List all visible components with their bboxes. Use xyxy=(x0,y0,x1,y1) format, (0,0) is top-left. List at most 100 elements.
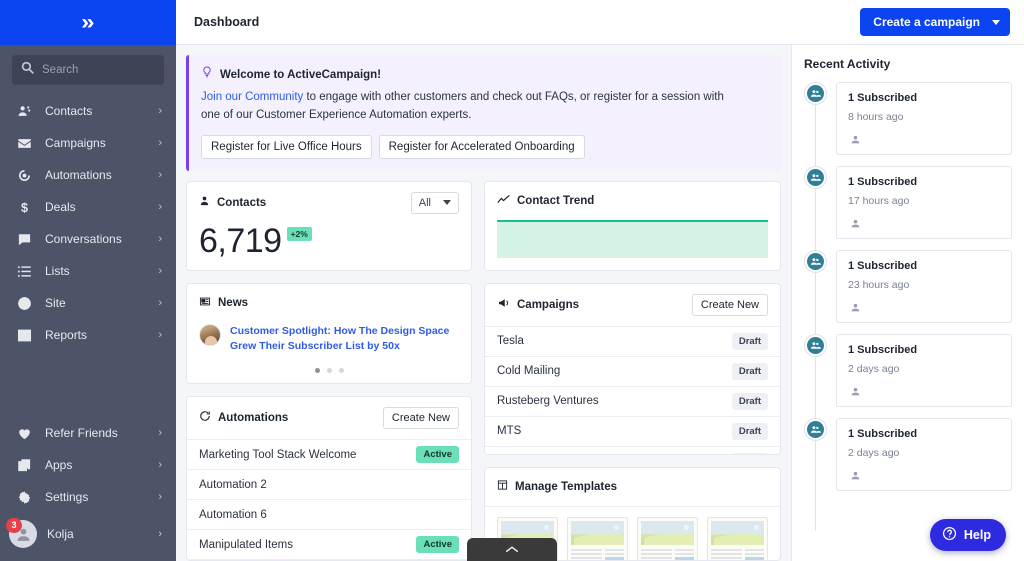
chevron-down-icon xyxy=(992,19,1000,25)
templates-card-title: Manage Templates xyxy=(515,480,618,493)
news-dot[interactable] xyxy=(314,368,320,374)
sidebar-nav-bottom: Refer Friends › Apps › Settings › 3 Kolj… xyxy=(0,417,176,561)
sidebar-item-refer-friends[interactable]: Refer Friends › xyxy=(0,417,176,449)
table-row[interactable]: MTS Draft xyxy=(485,415,780,446)
activity-title-text: 1 Subscribed xyxy=(848,428,918,440)
list-item[interactable]: Manipulated Items Active xyxy=(187,529,471,559)
sidebar-item-deals[interactable]: $ Deals › xyxy=(0,191,176,223)
contacts-icon xyxy=(16,103,33,120)
template-thumbnail[interactable] xyxy=(707,516,768,560)
sidebar-item-apps[interactable]: Apps › xyxy=(0,449,176,481)
campaigns-create-new-button[interactable]: Create New xyxy=(691,293,768,316)
join-community-link[interactable]: Join our Community xyxy=(201,91,303,103)
automations-card: Automations Create New Marketing Tool St… xyxy=(186,396,472,561)
sidebar-item-site[interactable]: Site › xyxy=(0,287,176,319)
template-preview-image xyxy=(711,520,764,545)
create-campaign-label: Create a campaign xyxy=(873,15,980,29)
logo-bar[interactable]: » xyxy=(0,0,176,45)
contacts-count: 6,719 xyxy=(199,221,282,260)
contact-trend-chart xyxy=(497,219,768,258)
news-card-title: News xyxy=(218,296,249,309)
search-input[interactable] xyxy=(42,64,155,76)
status-badge: Draft xyxy=(731,422,768,440)
news-dot[interactable] xyxy=(338,368,344,374)
automation-name: Automation 2 xyxy=(199,478,267,491)
chevron-right-icon: › xyxy=(158,232,162,245)
register-onboarding-button[interactable]: Register for Accelerated Onboarding xyxy=(378,134,585,159)
chat-icon xyxy=(16,231,33,248)
automations-card-title: Automations xyxy=(218,412,289,425)
subscribers-icon xyxy=(804,82,827,105)
table-row[interactable]: Cold Mailing Draft xyxy=(485,355,780,386)
search-box[interactable] xyxy=(12,55,164,85)
template-side-column xyxy=(674,547,694,560)
trend-card-header: Contact Trend xyxy=(485,182,780,220)
list-item[interactable]: Prozentwertdatensnip Active xyxy=(187,559,471,560)
welcome-buttons: Register for Live Office Hours Register … xyxy=(201,134,767,159)
contact-trend-card: Contact Trend xyxy=(484,180,781,271)
left-column: Contacts All 6,719 +2% News Customer Spo… xyxy=(186,180,472,561)
activity-card: 1 Subscribed 8 hours ago xyxy=(836,82,1012,155)
activity-item[interactable]: 1 Subscribed 2 days ago xyxy=(804,418,1012,491)
page-title: Dashboard xyxy=(194,15,260,29)
list-item[interactable]: Marketing Tool Stack Welcome Active xyxy=(187,439,471,469)
activity-timestamp: 8 hours ago xyxy=(848,111,904,123)
welcome-text: Join our Community to engage with other … xyxy=(201,89,731,125)
list-item[interactable]: Automation 2 xyxy=(187,469,471,499)
sidebar-item-label: Refer Friends xyxy=(45,426,118,440)
lightbulb-icon xyxy=(201,65,213,84)
activity-item[interactable]: 1 Subscribed 2 days ago xyxy=(804,334,1012,407)
template-text-column xyxy=(641,547,672,560)
activity-timeline: 1 Subscribed 8 hours ago 1 Subscribed 17… xyxy=(804,82,1012,531)
contact-person-icon[interactable] xyxy=(848,216,862,230)
register-office-hours-button[interactable]: Register for Live Office Hours xyxy=(201,134,372,159)
table-row[interactable]: Tesla Draft xyxy=(485,325,780,356)
create-campaign-button[interactable]: Create a campaign xyxy=(860,8,1010,36)
sidebar-item-reports[interactable]: Reports › xyxy=(0,319,176,351)
sidebar-user-row[interactable]: 3 Kolja › xyxy=(0,513,176,555)
status-badge: Draft xyxy=(731,332,768,350)
news-dot[interactable] xyxy=(326,368,332,374)
list-item[interactable]: Automation 6 xyxy=(187,499,471,529)
table-row[interactable]: Rusteberg Ventures Draft xyxy=(485,385,780,416)
activity-item[interactable]: 1 Subscribed 17 hours ago xyxy=(804,166,1012,239)
sidebar-item-conversations[interactable]: Conversations › xyxy=(0,223,176,255)
status-badge: Active xyxy=(416,536,459,554)
contacts-filter-select[interactable]: All xyxy=(410,191,459,214)
news-headline-link[interactable]: Customer Spotlight: How The Design Space… xyxy=(230,324,459,354)
sidebar-item-settings[interactable]: Settings › xyxy=(0,481,176,513)
sidebar-item-campaigns[interactable]: Campaigns › xyxy=(0,127,176,159)
activity-timestamp: 23 hours ago xyxy=(848,279,910,291)
bottom-panel-toggle[interactable] xyxy=(467,538,557,561)
sidebar-item-lists[interactable]: Lists › xyxy=(0,255,176,287)
chevron-right-icon: › xyxy=(158,527,162,540)
campaigns-card: Campaigns Create New Tesla Draft Cold Ma… xyxy=(484,282,781,455)
sidebar-item-contacts[interactable]: Contacts › xyxy=(0,95,176,127)
campaign-name: Rusteberg Ventures xyxy=(497,395,599,408)
news-card: News Customer Spotlight: How The Design … xyxy=(186,282,472,385)
contact-person-icon[interactable] xyxy=(848,468,862,482)
activity-item[interactable]: 1 Subscribed 8 hours ago xyxy=(804,82,1012,155)
topbar: Dashboard Create a campaign xyxy=(176,0,1024,45)
right-column: Contact Trend Campaigns Create New Tesla… xyxy=(484,180,781,561)
main-area: Dashboard Create a campaign Welcome to A… xyxy=(176,0,1024,561)
automations-create-new-button[interactable]: Create New xyxy=(382,407,459,430)
help-button[interactable]: Help xyxy=(929,519,1006,551)
template-thumbnail[interactable] xyxy=(637,516,698,560)
contact-person-icon[interactable] xyxy=(848,132,862,146)
contact-person-icon[interactable] xyxy=(848,384,862,398)
chevron-down-icon xyxy=(443,200,451,206)
globe-icon xyxy=(16,295,33,312)
template-thumbnail[interactable] xyxy=(567,516,628,560)
campaign-name: Cold Mailing xyxy=(497,365,561,378)
sidebar-item-label: Lists xyxy=(45,264,70,278)
campaigns-list: Tesla Draft Cold Mailing Draft Rusteberg… xyxy=(485,325,780,454)
activity-item[interactable]: 1 Subscribed 23 hours ago xyxy=(804,250,1012,323)
contact-person-icon[interactable] xyxy=(848,300,862,314)
activity-card: 1 Subscribed 23 hours ago xyxy=(836,250,1012,323)
sidebar-item-automations[interactable]: Automations › xyxy=(0,159,176,191)
trend-area-fill xyxy=(497,221,768,258)
help-label: Help xyxy=(963,528,991,542)
chevron-right-icon: › xyxy=(158,490,162,503)
table-row[interactable]: Test Draft xyxy=(485,445,780,454)
